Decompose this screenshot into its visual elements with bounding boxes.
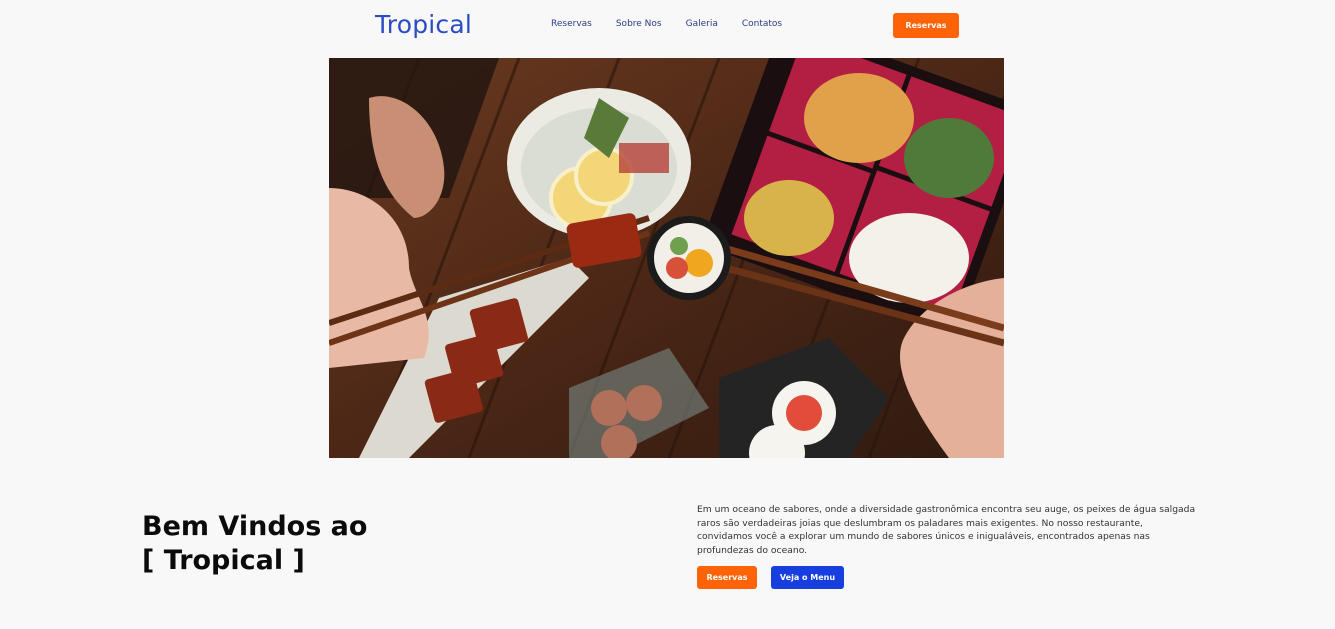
welcome-heading: Bem Vindos ao [ Tropical ] <box>142 510 367 578</box>
sushi-photo-icon <box>329 58 1004 458</box>
main-nav: Reservas Sobre Nos Galeria Contatos <box>551 19 806 29</box>
veja-o-menu-button[interactable]: Veja o Menu <box>771 566 844 589</box>
site-logo[interactable]: Tropical <box>375 10 472 39</box>
welcome-line-1: Bem Vindos ao <box>142 511 368 542</box>
reservas-button[interactable]: Reservas <box>697 566 757 589</box>
nav-link-galeria[interactable]: Galeria <box>686 19 718 29</box>
nav-link-reservas[interactable]: Reservas <box>551 19 592 29</box>
nav-link-contatos[interactable]: Contatos <box>742 19 782 29</box>
hero-image <box>329 58 1004 458</box>
nav-link-sobre-nos[interactable]: Sobre Nos <box>616 19 662 29</box>
welcome-line-2: [ Tropical ] <box>142 545 305 576</box>
header-reservas-button[interactable]: Reservas <box>893 13 959 38</box>
site-header: Tropical Reservas Sobre Nos Galeria Cont… <box>0 0 1335 50</box>
intro-description: Em um oceano de sabores, onde a diversid… <box>697 504 1196 556</box>
